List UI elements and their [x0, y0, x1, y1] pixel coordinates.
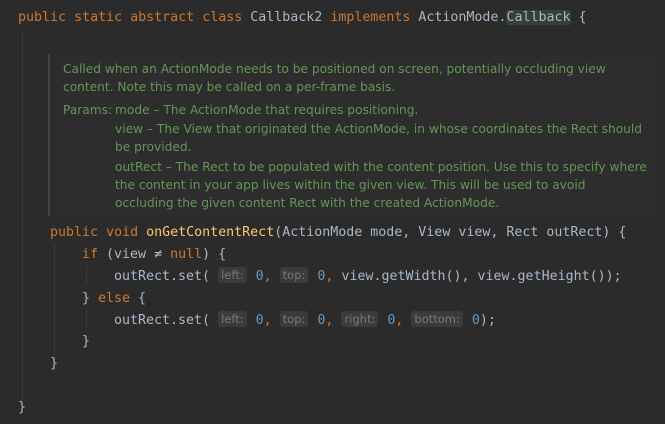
comma: ,: [325, 313, 342, 328]
code-editor[interactable]: public static abstract class Callback2 i…: [0, 0, 665, 424]
param-hint-left: left:: [218, 311, 247, 327]
method-close-brace[interactable]: }: [50, 354, 58, 374]
comma: ,: [263, 313, 280, 328]
call-arguments-tail: view.getWidth(), view.getHeight());: [341, 269, 622, 284]
set-call: outRect.set(: [114, 313, 211, 328]
interface-prefix: ActionMode.: [418, 10, 507, 25]
interface-name[interactable]: Callback: [506, 10, 571, 25]
else-line[interactable]: } else {: [82, 289, 146, 309]
set-call-line[interactable]: outRect.set( left: 0, top: 0, view.getWi…: [114, 267, 622, 287]
javadoc-description: Called when an ActionMode needs to be po…: [63, 62, 606, 76]
javadoc-param-view: view – The View that originated the Acti…: [115, 122, 643, 136]
keyword-null: null: [170, 247, 203, 262]
close-brace: }: [82, 291, 99, 306]
keyword-else: else: [98, 291, 131, 306]
comma: ,: [263, 269, 280, 284]
javadoc-param-outrect: outRect – The Rect to be populated with …: [115, 160, 647, 174]
not-equal-ligature: ≠: [154, 247, 163, 262]
keyword-static: static: [74, 10, 123, 25]
indent-guide: [86, 266, 87, 284]
indent-guide: [86, 310, 87, 328]
param-hint-top: top:: [279, 311, 309, 327]
if-condition-open: (view: [98, 247, 155, 262]
comma: ,: [325, 269, 342, 284]
keyword-abstract: abstract: [130, 10, 195, 25]
param-hint-bottom: bottom:: [411, 311, 463, 327]
method-signature-line[interactable]: public void onGetContentRect(ActionMode …: [50, 223, 626, 243]
number-literal: 0: [471, 313, 480, 328]
class-close-brace[interactable]: }: [18, 398, 26, 418]
indent-guide: [54, 244, 55, 372]
open-brace: {: [130, 291, 147, 306]
javadoc-param-outrect: the content in your app lives within the…: [115, 178, 586, 192]
javadoc-description: content. Note this may be called on a pe…: [63, 80, 396, 94]
keyword-if: if: [82, 247, 99, 262]
if-condition-close: ) {: [202, 247, 227, 262]
set-call-line[interactable]: outRect.set( left: 0, top: 0, right: 0, …: [114, 311, 496, 331]
javadoc-param-outrect: occluding the given content Rect with th…: [115, 196, 500, 210]
if-statement-line[interactable]: if (view ≠ null) {: [82, 245, 226, 265]
close-brace: }: [50, 356, 59, 371]
javadoc-params-label: Params:: [63, 103, 113, 117]
class-declaration-line[interactable]: public static abstract class Callback2 i…: [18, 8, 587, 28]
keyword-public: public: [50, 225, 99, 240]
indent-guide: [22, 30, 23, 402]
keyword-void: void: [106, 225, 139, 240]
method-params: (ActionMode mode, View view, Rect outRec…: [274, 225, 627, 240]
call-arguments-tail: );: [479, 313, 496, 328]
open-brace: {: [578, 10, 587, 25]
close-brace: }: [82, 334, 91, 349]
set-call: outRect.set(: [114, 269, 211, 284]
close-brace: }: [18, 400, 27, 415]
class-name: Callback2: [250, 10, 323, 25]
javadoc-param-mode: mode – The ActionMode that requires posi…: [115, 103, 419, 117]
param-hint-top: top:: [279, 267, 309, 283]
keyword-public: public: [18, 10, 67, 25]
param-hint-left: left:: [218, 267, 247, 283]
number-literal: 0: [255, 313, 264, 328]
else-close-brace[interactable]: }: [82, 332, 90, 352]
param-hint-right: right:: [341, 311, 379, 327]
comma: ,: [395, 313, 412, 328]
keyword-class: class: [202, 10, 243, 25]
method-name: onGetContentRect: [146, 225, 275, 240]
javadoc-param-view: be provided.: [115, 140, 192, 154]
keyword-implements: implements: [330, 10, 411, 25]
number-literal: 0: [255, 269, 264, 284]
